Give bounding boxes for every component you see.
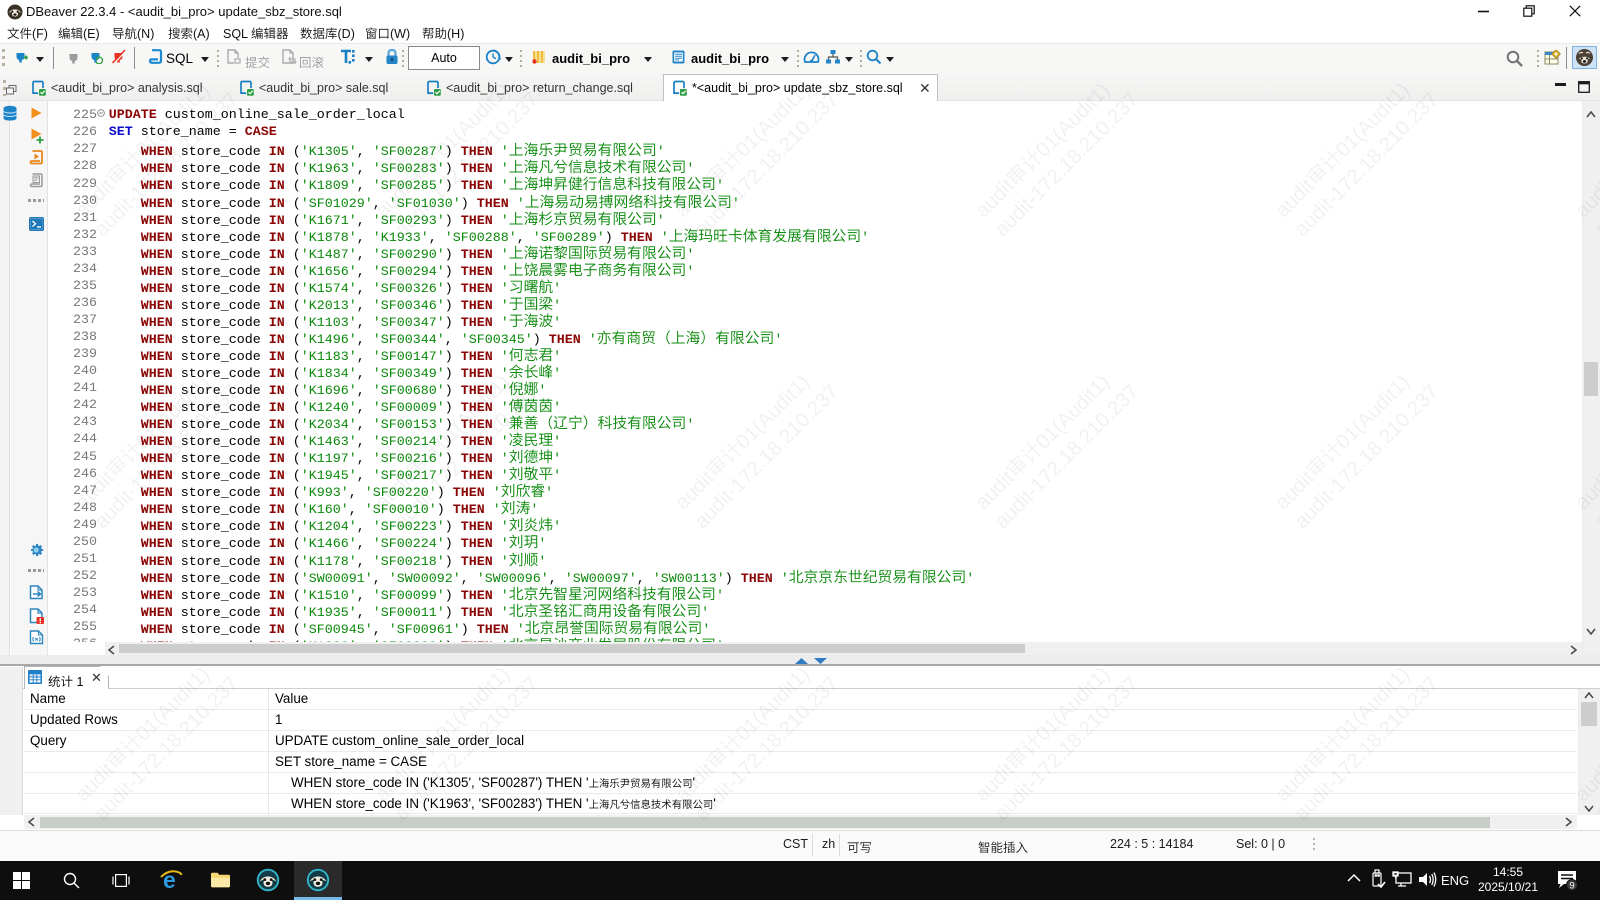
svg-text:9: 9: [1569, 881, 1574, 892]
